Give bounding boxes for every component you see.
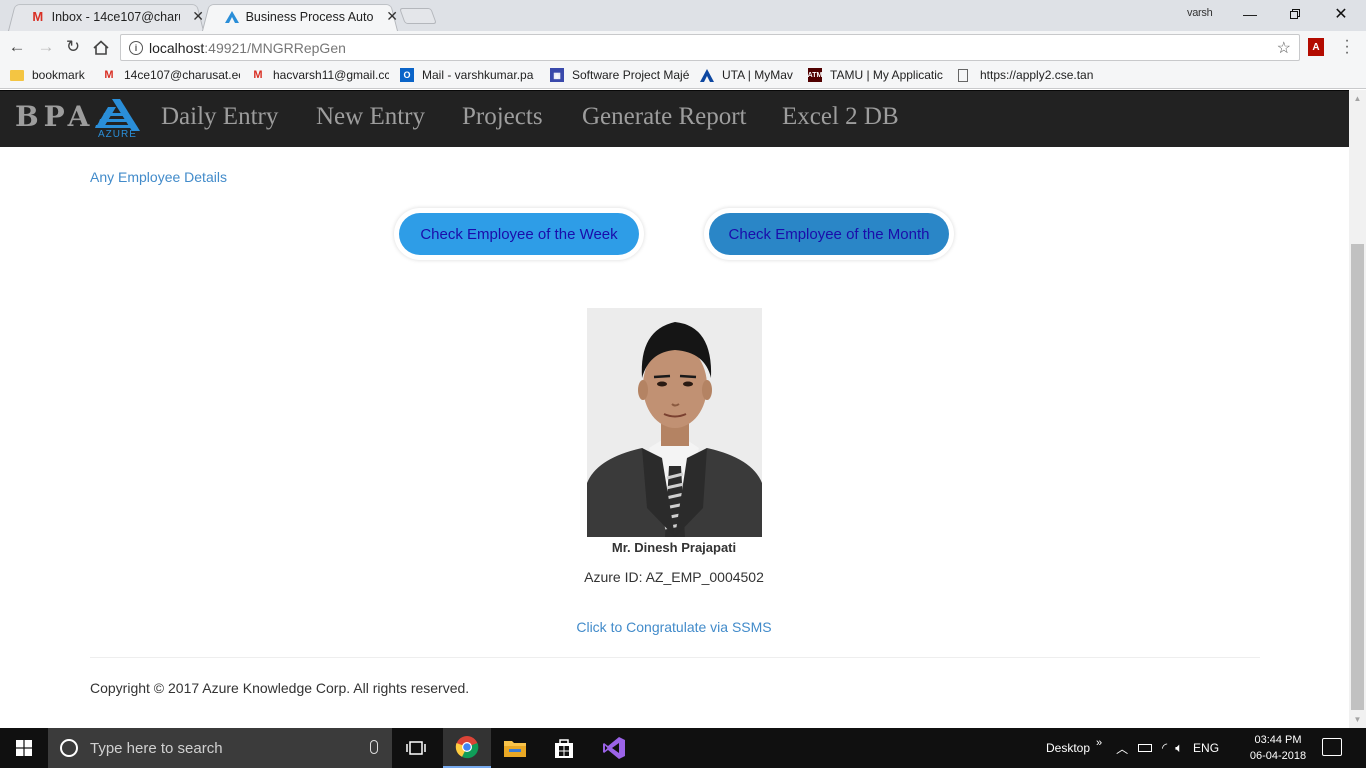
clock-time: 03:44 PM <box>1254 734 1302 746</box>
search-placeholder: Type here to search <box>90 739 223 757</box>
clock-date: 06-04-2018 <box>1249 750 1307 762</box>
back-arrow-icon[interactable]: ← <box>6 36 28 58</box>
vertical-scrollbar[interactable]: ▲ ▼ <box>1349 90 1366 728</box>
close-window-icon[interactable]: ✕ <box>1329 3 1353 25</box>
bookmark-item[interactable]: https://apply2.cse.tan <box>958 68 1094 82</box>
nav-daily-entry[interactable]: Daily Entry <box>161 103 278 131</box>
bookmark-item[interactable]: O Mail - varshkumar.pa <box>400 68 538 82</box>
system-tray: Desktop » ︿ ◜ 🔈︎ ENG <box>1046 728 1219 768</box>
action-center-icon[interactable] <box>1322 738 1342 756</box>
desktop-expand-icon[interactable]: » <box>1096 737 1102 749</box>
bookmark-item[interactable]: bookmark <box>10 68 94 82</box>
battery-icon[interactable] <box>1138 744 1153 752</box>
nav-projects[interactable]: Projects <box>462 103 543 131</box>
bookmark-label: UTA | MyMav <box>722 68 793 82</box>
azure-logo[interactable]: AZURE <box>90 97 146 141</box>
desktop-toolbar-label[interactable]: Desktop <box>1046 741 1090 755</box>
bookmark-label: https://apply2.cse.tan <box>980 68 1094 82</box>
show-hidden-icons-icon[interactable]: ︿ <box>1116 740 1128 757</box>
address-bar[interactable]: i localhost:49921/MNGRRepGen ☆ <box>120 34 1300 61</box>
folder-icon <box>10 69 24 81</box>
minimize-icon[interactable]: — <box>1238 3 1262 25</box>
windows-taskbar: Type here to search Desktop » ︿ ◜ 🔈︎ ENG… <box>0 728 1366 768</box>
close-icon[interactable]: ✕ <box>192 8 204 25</box>
cortana-icon[interactable] <box>60 739 78 757</box>
bookmarks-bar: bookmark M 14ce107@charusat.ec M hacvars… <box>0 63 1366 89</box>
logo-text: AZURE <box>98 129 137 140</box>
volume-icon[interactable]: 🔈︎ <box>1175 740 1183 756</box>
nav-new-entry[interactable]: New Entry <box>316 103 425 131</box>
info-icon[interactable]: i <box>129 40 143 55</box>
page-icon <box>958 68 968 82</box>
browser-toolbar: ← → ↻ i localhost:49921/MNGRRepGen ☆ A ·… <box>0 31 1366 63</box>
footer-divider <box>90 657 1260 658</box>
employee-of-month-button[interactable]: Check Employee of the Month <box>709 213 949 255</box>
bookmark-label: hacvarsh11@gmail.cc <box>273 68 389 82</box>
pdf-extension-icon[interactable]: A <box>1308 38 1324 56</box>
brand-text[interactable]: BPA <box>15 100 94 133</box>
taskbar-search-input[interactable]: Type here to search <box>48 728 392 768</box>
task-view-icon[interactable] <box>392 728 440 768</box>
uta-icon <box>700 68 714 82</box>
scroll-down-icon[interactable]: ▼ <box>1349 711 1366 728</box>
outlook-icon: O <box>400 68 414 82</box>
employee-name: Mr. Dinesh Prajapati <box>611 540 737 555</box>
bookmark-label: TAMU | My Applicatic <box>830 68 943 82</box>
window-user: varsh <box>1187 7 1213 19</box>
wifi-icon[interactable]: ◜ <box>1162 740 1167 756</box>
scroll-up-icon[interactable]: ▲ <box>1349 90 1366 107</box>
microphone-icon[interactable] <box>370 740 378 754</box>
bookmark-label: bookmark <box>32 68 85 82</box>
home-icon[interactable] <box>90 36 112 58</box>
windows-start-icon[interactable] <box>0 728 48 768</box>
restore-icon[interactable] <box>1283 3 1307 25</box>
week-button-wrap: Check Employee of the Week <box>394 208 644 260</box>
nav-excel-2-db[interactable]: Excel 2 DB <box>782 103 899 131</box>
azure-icon <box>224 9 240 25</box>
employee-azure-id: Azure ID: AZ_EMP_0004502 <box>584 569 764 585</box>
any-employee-details-link[interactable]: Any Employee Details <box>90 169 227 185</box>
tab-title: Inbox - 14ce107@charus <box>51 9 181 24</box>
bookmark-item[interactable]: UTA | MyMav <box>700 68 798 82</box>
nav-generate-report[interactable]: Generate Report <box>582 103 747 131</box>
browser-menu-icon[interactable]: · · · <box>1344 33 1350 61</box>
congratulate-link[interactable]: Click to Congratulate via SSMS <box>474 619 874 635</box>
calendar-icon: ▦ <box>550 68 564 82</box>
file-explorer-icon[interactable] <box>491 728 539 768</box>
tamu-icon: ATM <box>808 68 822 82</box>
browser-tab-strip: M Inbox - 14ce107@charus ✕ Business Proc… <box>0 0 1366 32</box>
chrome-icon[interactable] <box>443 728 491 768</box>
bookmark-item[interactable]: ATM TAMU | My Applicatic <box>808 68 948 82</box>
language-indicator[interactable]: ENG <box>1193 741 1219 755</box>
tab-inbox[interactable]: M Inbox - 14ce107@charus ✕ <box>8 2 204 32</box>
bookmark-star-icon[interactable]: ☆ <box>1277 38 1291 58</box>
employee-photo <box>587 308 762 537</box>
scroll-thumb[interactable] <box>1351 244 1364 710</box>
page-content: BPA AZURE Daily Entry New Entry Projects… <box>0 90 1349 728</box>
visual-studio-icon[interactable] <box>590 728 638 768</box>
gmail-icon: M <box>104 69 114 81</box>
store-icon[interactable] <box>540 728 588 768</box>
close-icon[interactable]: ✕ <box>386 8 398 25</box>
address-path: :49921/MNGRRepGen <box>204 39 346 56</box>
bookmark-label: 14ce107@charusat.ec <box>124 68 240 82</box>
tab-business-process[interactable]: Business Process Automá ✕ <box>202 2 398 32</box>
tab-title: Business Process Automá <box>245 9 375 24</box>
gmail-icon: M <box>253 69 263 81</box>
site-navbar: BPA AZURE Daily Entry New Entry Projects… <box>0 90 1349 147</box>
gmail-icon: M <box>32 9 44 24</box>
forward-arrow-icon[interactable]: → <box>35 36 57 58</box>
copyright-text: Copyright © 2017 Azure Knowledge Corp. A… <box>90 680 470 696</box>
bookmark-label: Mail - varshkumar.pa <box>422 68 534 82</box>
reload-icon[interactable]: ↻ <box>62 36 84 58</box>
bookmark-item[interactable]: M 14ce107@charusat.ec <box>102 68 240 82</box>
new-tab-button[interactable] <box>399 8 437 24</box>
bookmark-item[interactable]: ▦ Software Project Majé <box>550 68 690 82</box>
bookmark-item[interactable]: M hacvarsh11@gmail.cc <box>251 68 389 82</box>
bookmark-label: Software Project Majé <box>572 68 690 82</box>
employee-of-week-button[interactable]: Check Employee of the Week <box>399 213 639 255</box>
address-host: localhost <box>149 39 205 56</box>
clock[interactable]: 03:44 PM 06-04-2018 <box>1242 732 1314 764</box>
month-button-wrap: Check Employee of the Month <box>704 208 954 260</box>
